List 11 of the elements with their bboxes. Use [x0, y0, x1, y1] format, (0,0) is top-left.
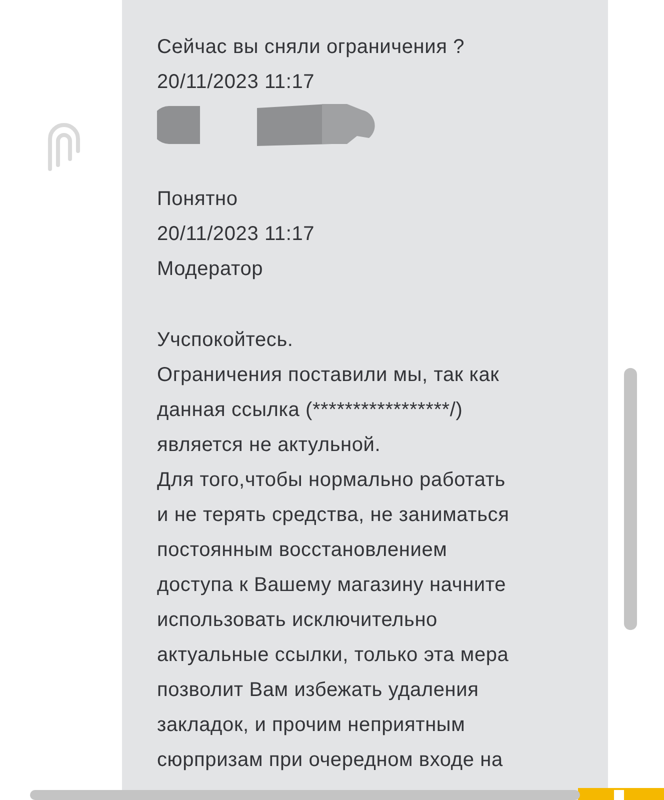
horizontal-scrollbar[interactable]	[30, 790, 580, 800]
message-text: Сейчас вы сняли ограничения ?	[157, 35, 465, 60]
message-text: Учспокойтесь.	[157, 328, 294, 353]
logo-icon	[47, 121, 81, 171]
message-text: Понятно	[157, 187, 238, 212]
message-text: 20/11/2023 11:17	[157, 70, 315, 95]
message-text: Модератор	[157, 257, 264, 282]
message-text: Ограничения поставили мы, так как данная ссылка (*****************/) является не актульной.	[157, 363, 500, 458]
message-text: 20/11/2023 11:17	[157, 222, 315, 247]
message-text: Для того,чтобы нормально работать и не терять средства, не заниматься постоянным восстановлением доступа к Вашему магазину начните использовать исключительно актуальные ссылки, только эта мера позволит Вам избежать удаления закладок, и прочим неприятным сюрпризам при очередном входе на	[157, 468, 510, 773]
vertical-scrollbar[interactable]	[624, 368, 637, 630]
